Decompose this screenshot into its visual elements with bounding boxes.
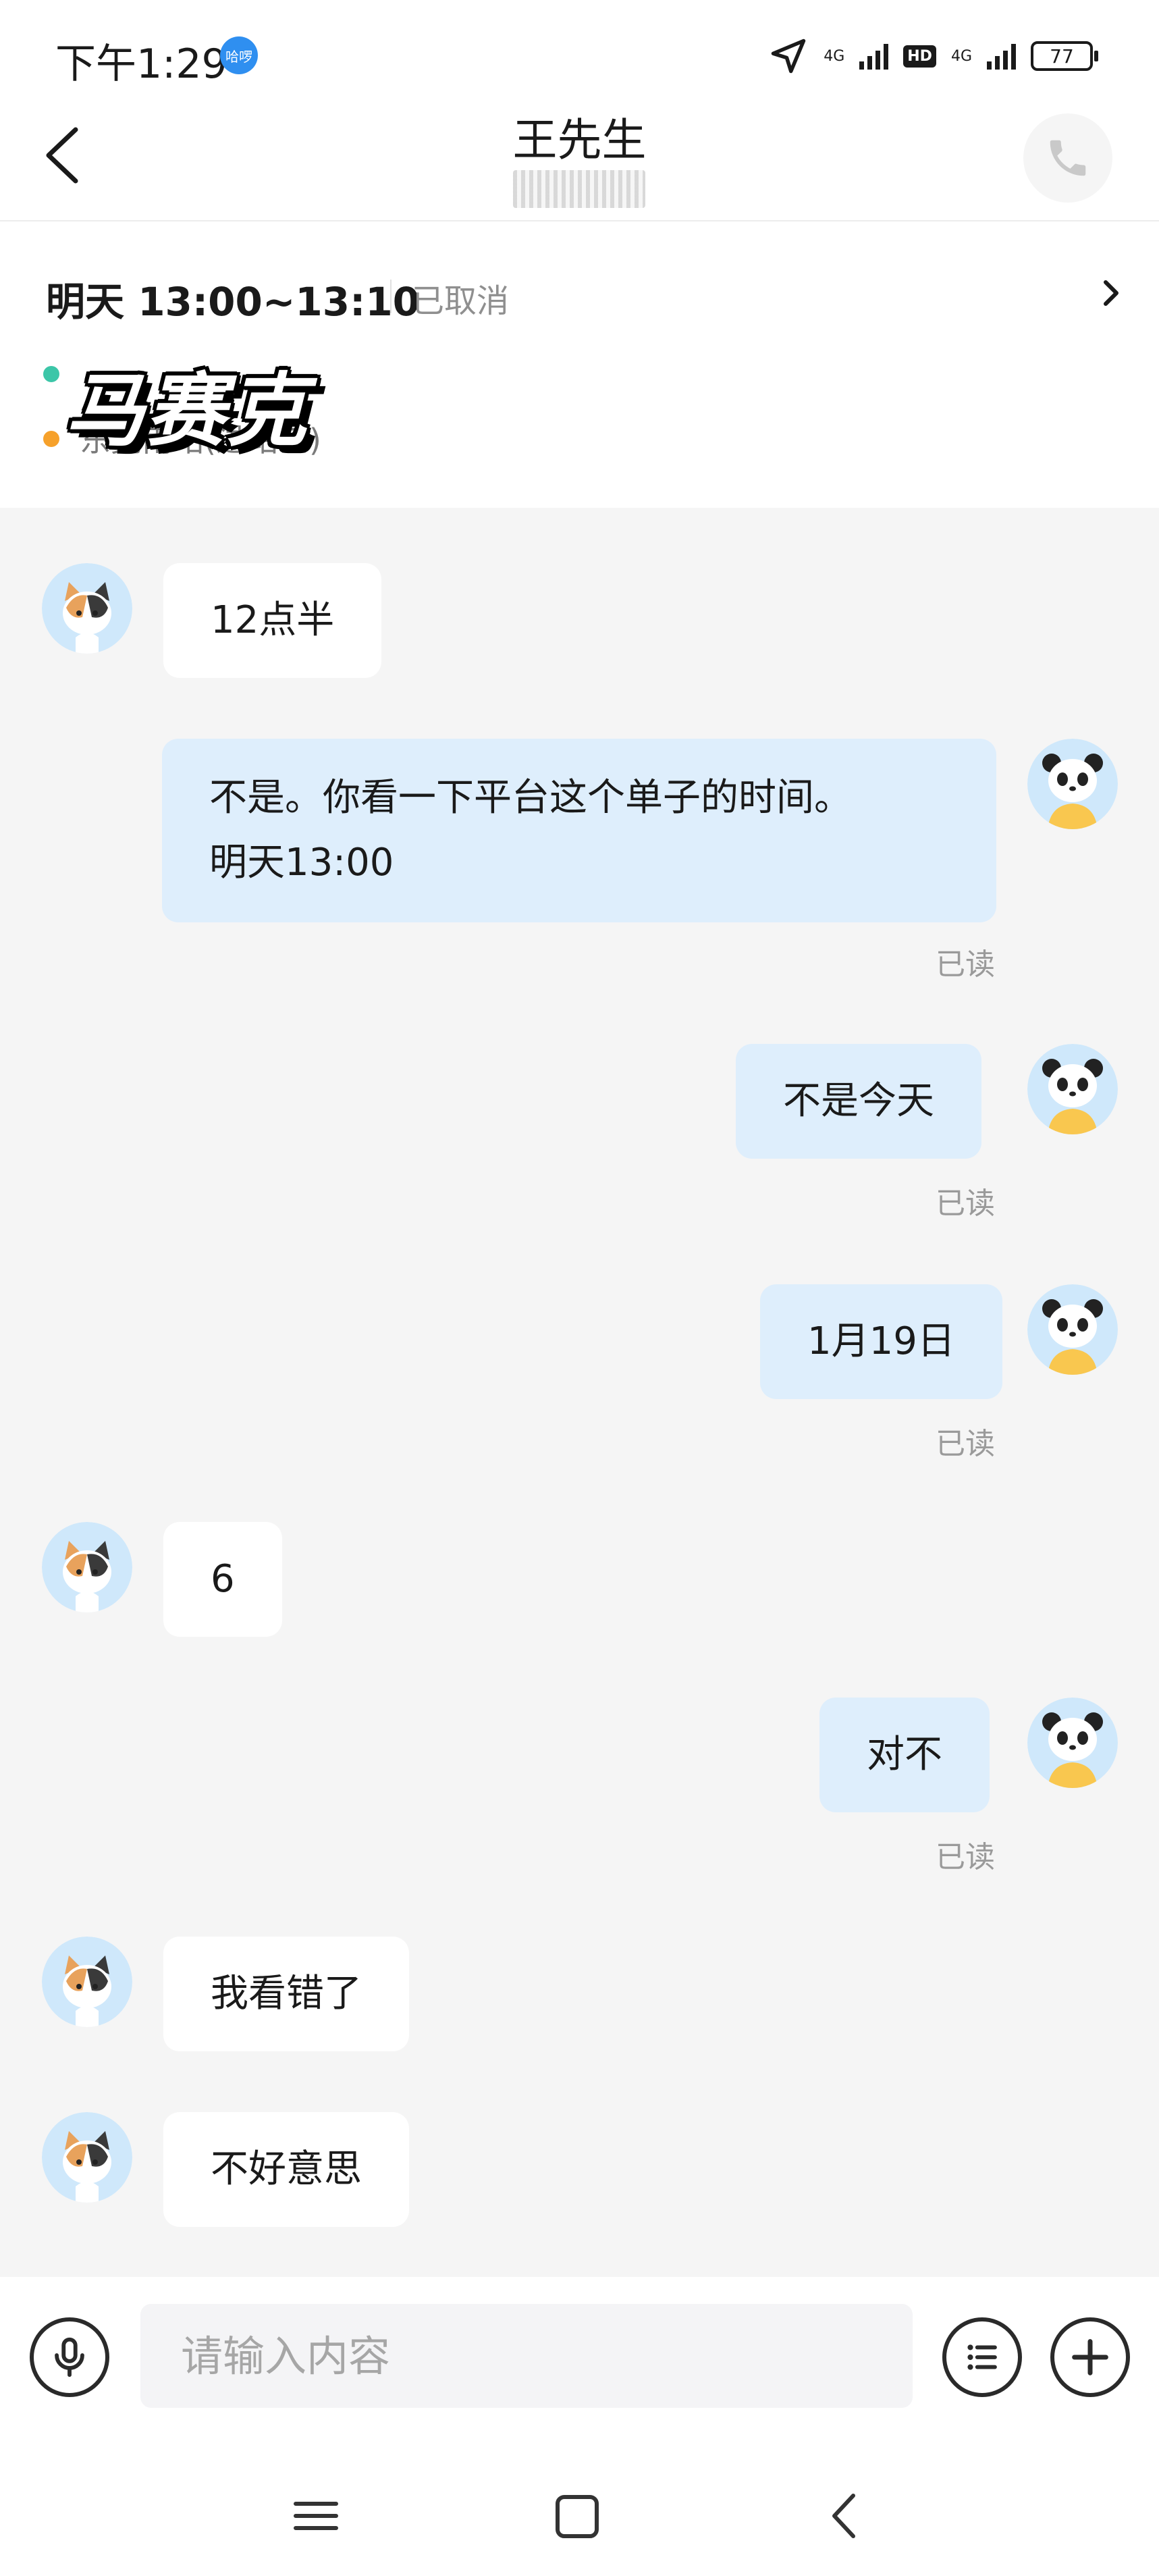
cat-avatar[interactable] xyxy=(42,1937,132,2027)
status-icons: 4G HD 4G 77 xyxy=(768,30,1098,82)
cat-avatar-icon xyxy=(42,563,132,654)
app-notification-badge: 哈啰 xyxy=(220,36,258,74)
chevron-right-icon xyxy=(1104,280,1118,306)
order-detail-arrow[interactable] xyxy=(1098,273,1125,313)
chat-area[interactable]: 12点半 不是。你看一下平台这个单子的时间。 明天13:00 已读 不是今天 已… xyxy=(0,508,1159,2277)
chevron-left-icon xyxy=(832,2494,855,2538)
origin-dot xyxy=(43,366,59,382)
panda-avatar-icon xyxy=(1027,739,1118,829)
order-time: 明天 13:00~13:10 xyxy=(46,279,421,325)
mosaic-watermark-label: 马赛克 xyxy=(65,364,308,457)
panda-avatar[interactable] xyxy=(1027,1284,1118,1375)
incoming-message-bubble[interactable]: 12点半 xyxy=(163,563,382,678)
network-type-1: 4G xyxy=(824,47,845,65)
signal-bars-icon xyxy=(859,43,889,70)
cat-avatar-icon xyxy=(42,1522,132,1612)
read-receipt: 已读 xyxy=(936,1427,995,1461)
menu-icon xyxy=(294,2502,338,2530)
add-attachment-button[interactable] xyxy=(1050,2317,1130,2397)
read-receipt: 已读 xyxy=(936,1186,995,1221)
plus-icon xyxy=(1072,2339,1108,2375)
outgoing-message-bubble[interactable]: 对不 xyxy=(819,1698,990,1812)
blurred-plate-number xyxy=(513,170,645,208)
voice-input-button[interactable] xyxy=(30,2317,109,2397)
location-arrow-icon xyxy=(771,38,806,74)
order-separator xyxy=(390,280,392,313)
outgoing-message-bubble[interactable]: 不是。你看一下平台这个单子的时间。 明天13:00 xyxy=(162,739,996,922)
incoming-message-bubble[interactable]: 我看错了 xyxy=(163,1937,409,2051)
incoming-message-bubble[interactable]: 不好意思 xyxy=(163,2112,409,2227)
cat-avatar[interactable] xyxy=(42,1522,132,1612)
status-time: 下午1:29 xyxy=(55,41,227,88)
panda-avatar[interactable] xyxy=(1027,1044,1118,1134)
panda-avatar-icon xyxy=(1027,1284,1118,1375)
outgoing-message-bubble[interactable]: 不是今天 xyxy=(736,1044,981,1159)
panda-avatar-icon xyxy=(1027,1044,1118,1134)
panda-avatar-icon xyxy=(1027,1698,1118,1788)
cat-avatar-icon xyxy=(42,2112,132,2203)
phone-icon xyxy=(1050,140,1086,176)
read-receipt: 已读 xyxy=(936,947,995,982)
battery-level: 77 xyxy=(1050,45,1074,68)
destination-dot xyxy=(43,431,59,447)
battery-icon: 77 xyxy=(1031,41,1098,71)
read-receipt: 已读 xyxy=(936,1840,995,1874)
square-home-icon xyxy=(556,2495,599,2538)
list-menu-icon xyxy=(967,2344,997,2370)
cat-avatar[interactable] xyxy=(42,2112,132,2203)
nav-back-button[interactable] xyxy=(817,2482,871,2550)
call-button[interactable] xyxy=(1023,113,1112,203)
nav-recents-button[interactable] xyxy=(289,2482,343,2550)
network-type-2: 4G xyxy=(950,47,972,65)
quick-phrases-button[interactable] xyxy=(942,2317,1022,2397)
panda-avatar[interactable] xyxy=(1027,1698,1118,1788)
panda-avatar[interactable] xyxy=(1027,739,1118,829)
microphone-icon xyxy=(55,2337,84,2377)
page-title: 王先生 xyxy=(512,114,647,166)
cat-avatar[interactable] xyxy=(42,563,132,654)
outgoing-message-bubble[interactable]: 1月19日 xyxy=(760,1284,1002,1399)
hd-badge: HD xyxy=(903,45,936,68)
cat-avatar-icon xyxy=(42,1937,132,2027)
order-status: 已取消 xyxy=(412,282,510,320)
nav-home-button[interactable] xyxy=(547,2482,608,2550)
message-input[interactable] xyxy=(140,2304,913,2408)
signal-bars-2-icon xyxy=(987,43,1016,70)
incoming-message-bubble[interactable]: 6 xyxy=(163,1522,282,1637)
